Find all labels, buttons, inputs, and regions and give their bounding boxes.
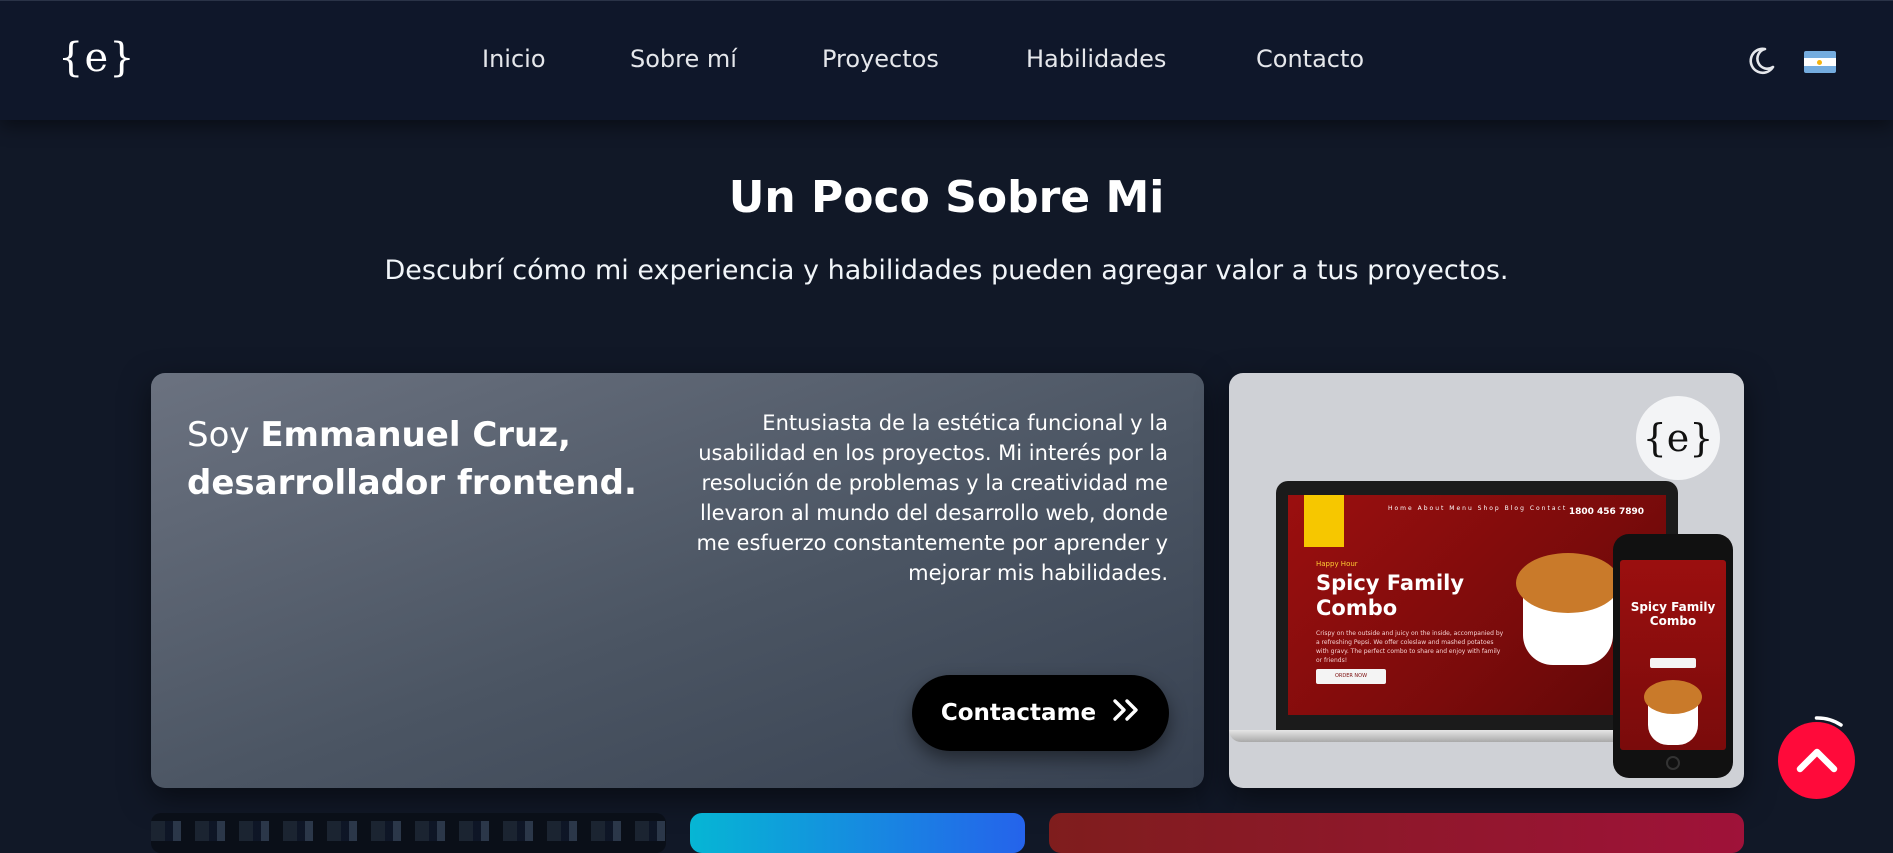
site-nav: Home About Menu Shop Blog Contact xyxy=(1388,505,1568,512)
section-subtitle: Descubrí cómo mi experiencia y habilidad… xyxy=(384,255,1509,286)
fried-chicken-image xyxy=(1516,553,1620,613)
intro-prefix: Soy xyxy=(187,415,250,455)
phone-site-title: Spicy Family Combo xyxy=(1630,600,1716,628)
about-card: Soy Emmanuel Cruz, desarrollador fronten… xyxy=(151,373,1204,788)
site-order-button: ORDER NOW xyxy=(1316,669,1386,684)
project-card-peek[interactable] xyxy=(151,813,666,853)
section-title: Un Poco Sobre Mi xyxy=(728,172,1165,223)
intro-name: Emmanuel Cruz, xyxy=(260,415,571,455)
argentina-flag-icon[interactable] xyxy=(1804,51,1836,73)
intro-heading: Soy Emmanuel Cruz, desarrollador fronten… xyxy=(187,411,647,507)
scroll-top-button[interactable] xyxy=(1778,722,1855,799)
brand-banner xyxy=(1304,495,1344,547)
main-nav: Inicio Sobre mí Proyectos Habilidades Co… xyxy=(0,45,1893,79)
bio-text: Entusiasta de la estética funcional y la… xyxy=(696,411,1168,585)
nav-item-habilidades[interactable]: Habilidades xyxy=(1026,45,1166,73)
nav-item-inicio[interactable]: Inicio xyxy=(482,45,546,73)
site-header: {e} Inicio Sobre mí Proyectos Habilidade… xyxy=(0,0,1893,120)
site-text: Crispy on the outside and juicy on the i… xyxy=(1316,630,1504,664)
contact-button-label: Contactame xyxy=(940,700,1097,726)
logo-badge: {e} xyxy=(1636,396,1720,480)
site-tag: Happy Hour xyxy=(1316,560,1358,568)
nav-item-proyectos[interactable]: Proyectos xyxy=(822,45,939,73)
contact-button[interactable]: Contactame xyxy=(912,675,1169,751)
phone-mockup: Spicy Family Combo xyxy=(1613,534,1733,778)
moon-icon[interactable] xyxy=(1745,45,1777,77)
nav-item-contacto[interactable]: Contacto xyxy=(1256,45,1364,73)
phone-home-button xyxy=(1666,756,1680,770)
phone-screen: Spicy Family Combo xyxy=(1620,560,1726,750)
intro-role: desarrollador frontend. xyxy=(187,463,637,503)
site-phone: 1800 456 7890 xyxy=(1568,507,1644,517)
project-card-peek[interactable] xyxy=(690,813,1025,853)
project-showcase-card: {e} Home About Menu Shop Blog Contact 18… xyxy=(1229,373,1744,788)
project-card-peek[interactable] xyxy=(1049,813,1744,853)
site-preview: Home About Menu Shop Blog Contact 1800 4… xyxy=(1288,495,1666,715)
chevron-up-icon xyxy=(1795,744,1839,778)
phone-order-button xyxy=(1650,658,1696,668)
nav-item-sobre-mi[interactable]: Sobre mí xyxy=(630,45,737,73)
double-chevron-right-icon xyxy=(1112,698,1140,728)
phone-chicken-image xyxy=(1644,680,1702,714)
site-title: Spicy Family Combo xyxy=(1316,571,1465,620)
